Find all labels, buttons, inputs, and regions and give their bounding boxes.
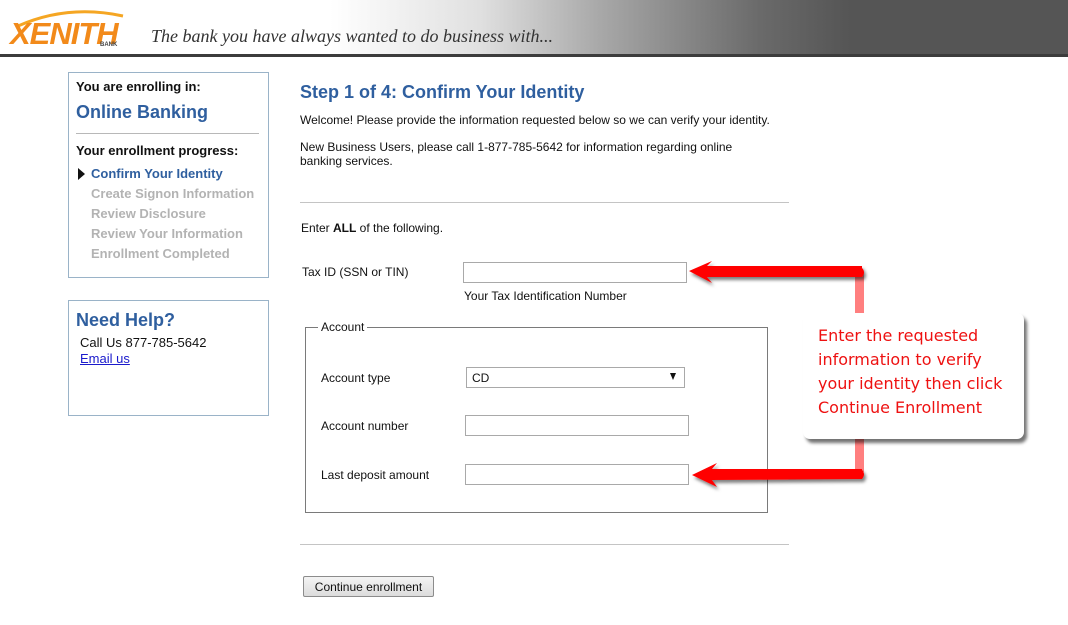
enrolling-label: You are enrolling in: bbox=[76, 79, 201, 94]
tax-id-input[interactable] bbox=[463, 262, 687, 283]
help-phone: Call Us 877-785-5642 bbox=[80, 335, 207, 350]
progress-step-label: Review Disclosure bbox=[91, 206, 206, 221]
enrolling-product: Online Banking bbox=[76, 102, 209, 122]
instruction-emphasis: ALL bbox=[333, 221, 357, 235]
enrollment-progress-panel: You are enrolling in: Online Banking You… bbox=[68, 72, 269, 278]
progress-step-review-disclosure: Review Disclosure bbox=[76, 206, 261, 226]
account-number-label: Account number bbox=[321, 419, 409, 433]
progress-step-label: Review Your Information bbox=[91, 226, 243, 241]
tax-id-hint: Your Tax Identification Number bbox=[464, 289, 627, 303]
business-users-text: New Business Users, please call 1-877-78… bbox=[300, 140, 733, 168]
main-content: Step 1 of 4: Confirm Your Identity Welco… bbox=[300, 82, 790, 168]
page-title: Step 1 of 4: Confirm Your Identity bbox=[300, 82, 585, 102]
section-divider bbox=[300, 544, 789, 545]
instruction-prefix: Enter bbox=[301, 221, 334, 235]
progress-step-label: Create Signon Information bbox=[91, 186, 255, 201]
progress-step-review-information: Review Your Information bbox=[76, 226, 261, 246]
account-type-select[interactable]: CD bbox=[466, 367, 685, 388]
progress-step-enrollment-completed: Enrollment Completed bbox=[76, 246, 261, 266]
arrow-to-tax-id-icon bbox=[689, 261, 864, 283]
sidebar-divider bbox=[76, 133, 259, 134]
section-divider bbox=[300, 202, 789, 203]
tagline: The bank you have always wanted to do bu… bbox=[151, 26, 553, 46]
dropdown-arrow-icon bbox=[670, 373, 676, 380]
tax-id-label: Tax ID (SSN or TIN) bbox=[302, 265, 409, 279]
email-us-link[interactable]: Email us bbox=[76, 351, 130, 366]
progress-steps: Confirm Your Identity Create Signon Info… bbox=[76, 166, 261, 266]
current-step-arrow-icon bbox=[78, 168, 85, 180]
last-deposit-input[interactable] bbox=[465, 464, 689, 485]
account-number-input[interactable] bbox=[465, 415, 689, 436]
instruction-suffix: of the following. bbox=[356, 221, 444, 235]
account-type-value: CD bbox=[472, 371, 490, 385]
welcome-text: Welcome! Please provide the information … bbox=[300, 113, 770, 127]
site-header: XENITH BANK The bank you have always wan… bbox=[0, 0, 1068, 57]
progress-step-confirm-identity: Confirm Your Identity bbox=[76, 166, 261, 186]
need-help-title: Need Help? bbox=[76, 310, 176, 330]
logo-subtext: BANK bbox=[100, 42, 118, 48]
xenith-bank-logo[interactable]: XENITH BANK bbox=[8, 8, 128, 51]
progress-step-label: Enrollment Completed bbox=[91, 246, 230, 261]
progress-step-label: Confirm Your Identity bbox=[91, 166, 223, 181]
account-type-label: Account type bbox=[321, 371, 391, 385]
truncated-help-link[interactable] bbox=[300, 621, 630, 625]
need-help-panel: Need Help? Call Us 877-785-5642 Email us bbox=[68, 300, 269, 416]
instruction-callout: Enter the requested information to verif… bbox=[803, 313, 1024, 439]
last-deposit-label: Last deposit amount bbox=[321, 468, 430, 482]
progress-step-create-signon: Create Signon Information bbox=[76, 186, 261, 206]
enter-all-instruction: Enter ALL of the following. bbox=[301, 221, 443, 235]
account-legend: Account bbox=[318, 320, 368, 334]
progress-heading: Your enrollment progress: bbox=[76, 143, 239, 158]
continue-enrollment-button[interactable]: Continue enrollment bbox=[303, 576, 434, 597]
